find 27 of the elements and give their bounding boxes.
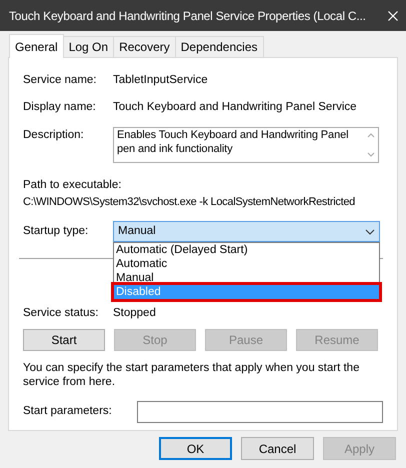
dropdown-option[interactable]: Automatic (Delayed Start): [114, 243, 379, 258]
field-label: Path to executable:: [23, 178, 122, 192]
window-title: Touch Keyboard and Handwriting Panel Service Properties (Local C...: [9, 8, 366, 24]
field-value: TabletInputService: [113, 73, 208, 88]
field-label: Display name:: [23, 100, 97, 116]
close-icon[interactable]: [388, 10, 398, 20]
hint-text: You can specify the start parameters that apply when you start the service from here.: [23, 360, 360, 388]
field-label: Description:: [23, 128, 85, 142]
startup-type-dropdown[interactable]: Manual: [113, 221, 380, 242]
dialog-button[interactable]: OK: [159, 437, 232, 460]
tab[interactable]: Dependencies: [174, 36, 264, 57]
field-label: Start parameters:: [23, 404, 113, 419]
field-value: Touch Keyboard and Handwriting Panel Service: [113, 100, 357, 116]
tab[interactable]: General: [9, 34, 64, 58]
description-text: Enables Touch Keyboard and Handwriting Panel pen and ink functionality: [117, 128, 350, 156]
field-label: Service status:: [23, 306, 100, 322]
service-button[interactable]: Start: [23, 328, 105, 350]
dropdown-option[interactable]: Automatic: [114, 257, 379, 272]
field-value: Stopped: [113, 306, 156, 322]
start-parameters-field[interactable]: [137, 400, 383, 422]
path-text: C:\WINDOWS\System32\svchost.exe -k LocalSystemNetworkRestricted: [23, 194, 355, 210]
dialog-button[interactable]: Cancel: [241, 437, 314, 460]
chevron-icon: [365, 228, 375, 235]
dropdown-option[interactable]: Manual: [114, 271, 379, 286]
scroll-arrows-icon: [367, 132, 375, 158]
field-label: Startup type:: [23, 224, 90, 240]
field-label: Service name:: [23, 73, 98, 88]
